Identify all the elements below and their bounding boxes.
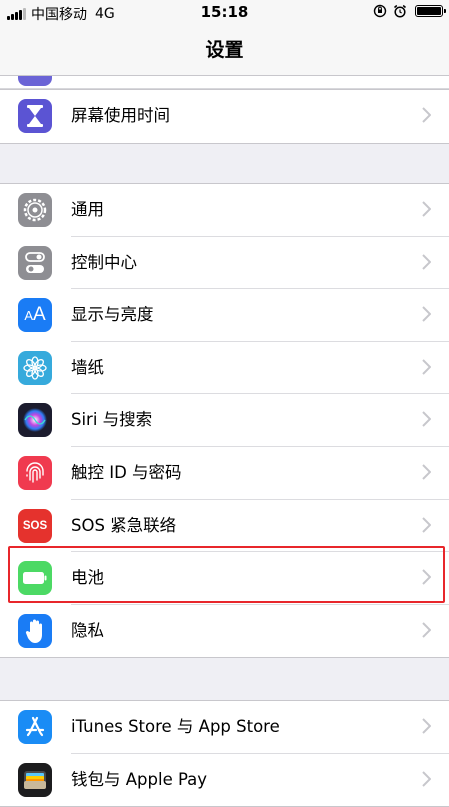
settings-row-label: 钱包与 Apple Pay xyxy=(71,769,208,789)
aa-icon: AA xyxy=(18,298,52,333)
gear-icon xyxy=(18,193,52,227)
app-store-icon xyxy=(18,710,52,744)
scrolled-row-partial xyxy=(0,76,449,89)
app-icon-partial xyxy=(18,76,52,86)
settings-group-main: 通用 控制中心 AA 显示与亮度 墙纸 Siri 与搜索 触控 ID 与密码 S… xyxy=(0,183,449,659)
settings-row-label: 触控 ID 与密码 xyxy=(71,462,182,482)
chevron-right-icon xyxy=(422,359,431,375)
settings-row-label: 显示与亮度 xyxy=(71,305,154,325)
settings-row-screen-time[interactable]: 屏幕使用时间 xyxy=(0,90,449,143)
chevron-right-icon xyxy=(422,201,431,217)
settings-group-screen-time: 屏幕使用时间 xyxy=(0,89,449,144)
settings-row-display-brightness[interactable]: AA 显示与亮度 xyxy=(0,289,449,342)
chevron-right-icon xyxy=(422,516,431,533)
settings-row-wallpaper[interactable]: 墙纸 xyxy=(0,342,449,395)
battery-status-icon xyxy=(415,5,446,17)
settings-group-stores: iTunes Store 与 App Store 钱包与 Apple Pay xyxy=(0,700,449,807)
settings-row-label: 墙纸 xyxy=(71,357,104,377)
settings-row-label: 隐私 xyxy=(71,620,104,640)
chevron-right-icon xyxy=(422,718,431,734)
siri-icon xyxy=(18,403,52,438)
chevron-right-icon xyxy=(422,107,431,123)
toggles-icon xyxy=(18,245,52,280)
chevron-right-icon xyxy=(422,411,431,428)
settings-row-sos[interactable]: SOS SOS 紧急联络 xyxy=(0,500,449,553)
settings-row-siri[interactable]: Siri 与搜索 xyxy=(0,394,449,447)
settings-row-label: 通用 xyxy=(71,200,104,219)
status-bar: 中国移动 4G 15:18 xyxy=(0,0,449,26)
settings-row-app-store[interactable]: iTunes Store 与 App Store xyxy=(0,701,449,754)
settings-row-touch-id[interactable]: 触控 ID 与密码 xyxy=(0,447,449,500)
settings-row-battery[interactable]: 电池 xyxy=(0,552,449,605)
settings-row-privacy[interactable]: 隐私 xyxy=(0,605,449,658)
sos-icon: SOS xyxy=(18,508,52,543)
chevron-right-icon xyxy=(422,569,431,585)
wallet-icon xyxy=(18,762,52,797)
battery-icon xyxy=(18,561,52,596)
hand-icon xyxy=(18,613,52,648)
settings-row-label: 屏幕使用时间 xyxy=(71,106,170,125)
page-title: 设置 xyxy=(205,39,244,61)
settings-row-label: iTunes Store 与 App Store xyxy=(71,717,280,736)
settings-row-label: 电池 xyxy=(71,568,104,588)
settings-row-label: 控制中心 xyxy=(71,252,137,272)
chevron-right-icon xyxy=(422,464,431,480)
nav-bar: 设置 xyxy=(0,26,449,76)
settings-row-label: Siri 与搜索 xyxy=(71,410,153,430)
settings-row-general[interactable]: 通用 xyxy=(0,184,449,237)
hourglass-icon xyxy=(18,99,52,133)
orientation-lock-icon xyxy=(373,4,387,18)
settings-row-control-center[interactable]: 控制中心 xyxy=(0,237,449,290)
fingerprint-icon xyxy=(18,455,52,490)
alarm-icon xyxy=(394,4,406,18)
chevron-right-icon xyxy=(422,622,431,638)
chevron-right-icon xyxy=(422,306,431,322)
flower-icon xyxy=(18,350,52,385)
chevron-right-icon xyxy=(422,770,431,787)
settings-row-label: SOS 紧急联络 xyxy=(71,515,177,535)
settings-row-wallet[interactable]: 钱包与 Apple Pay xyxy=(0,754,449,807)
chevron-right-icon xyxy=(422,253,431,270)
